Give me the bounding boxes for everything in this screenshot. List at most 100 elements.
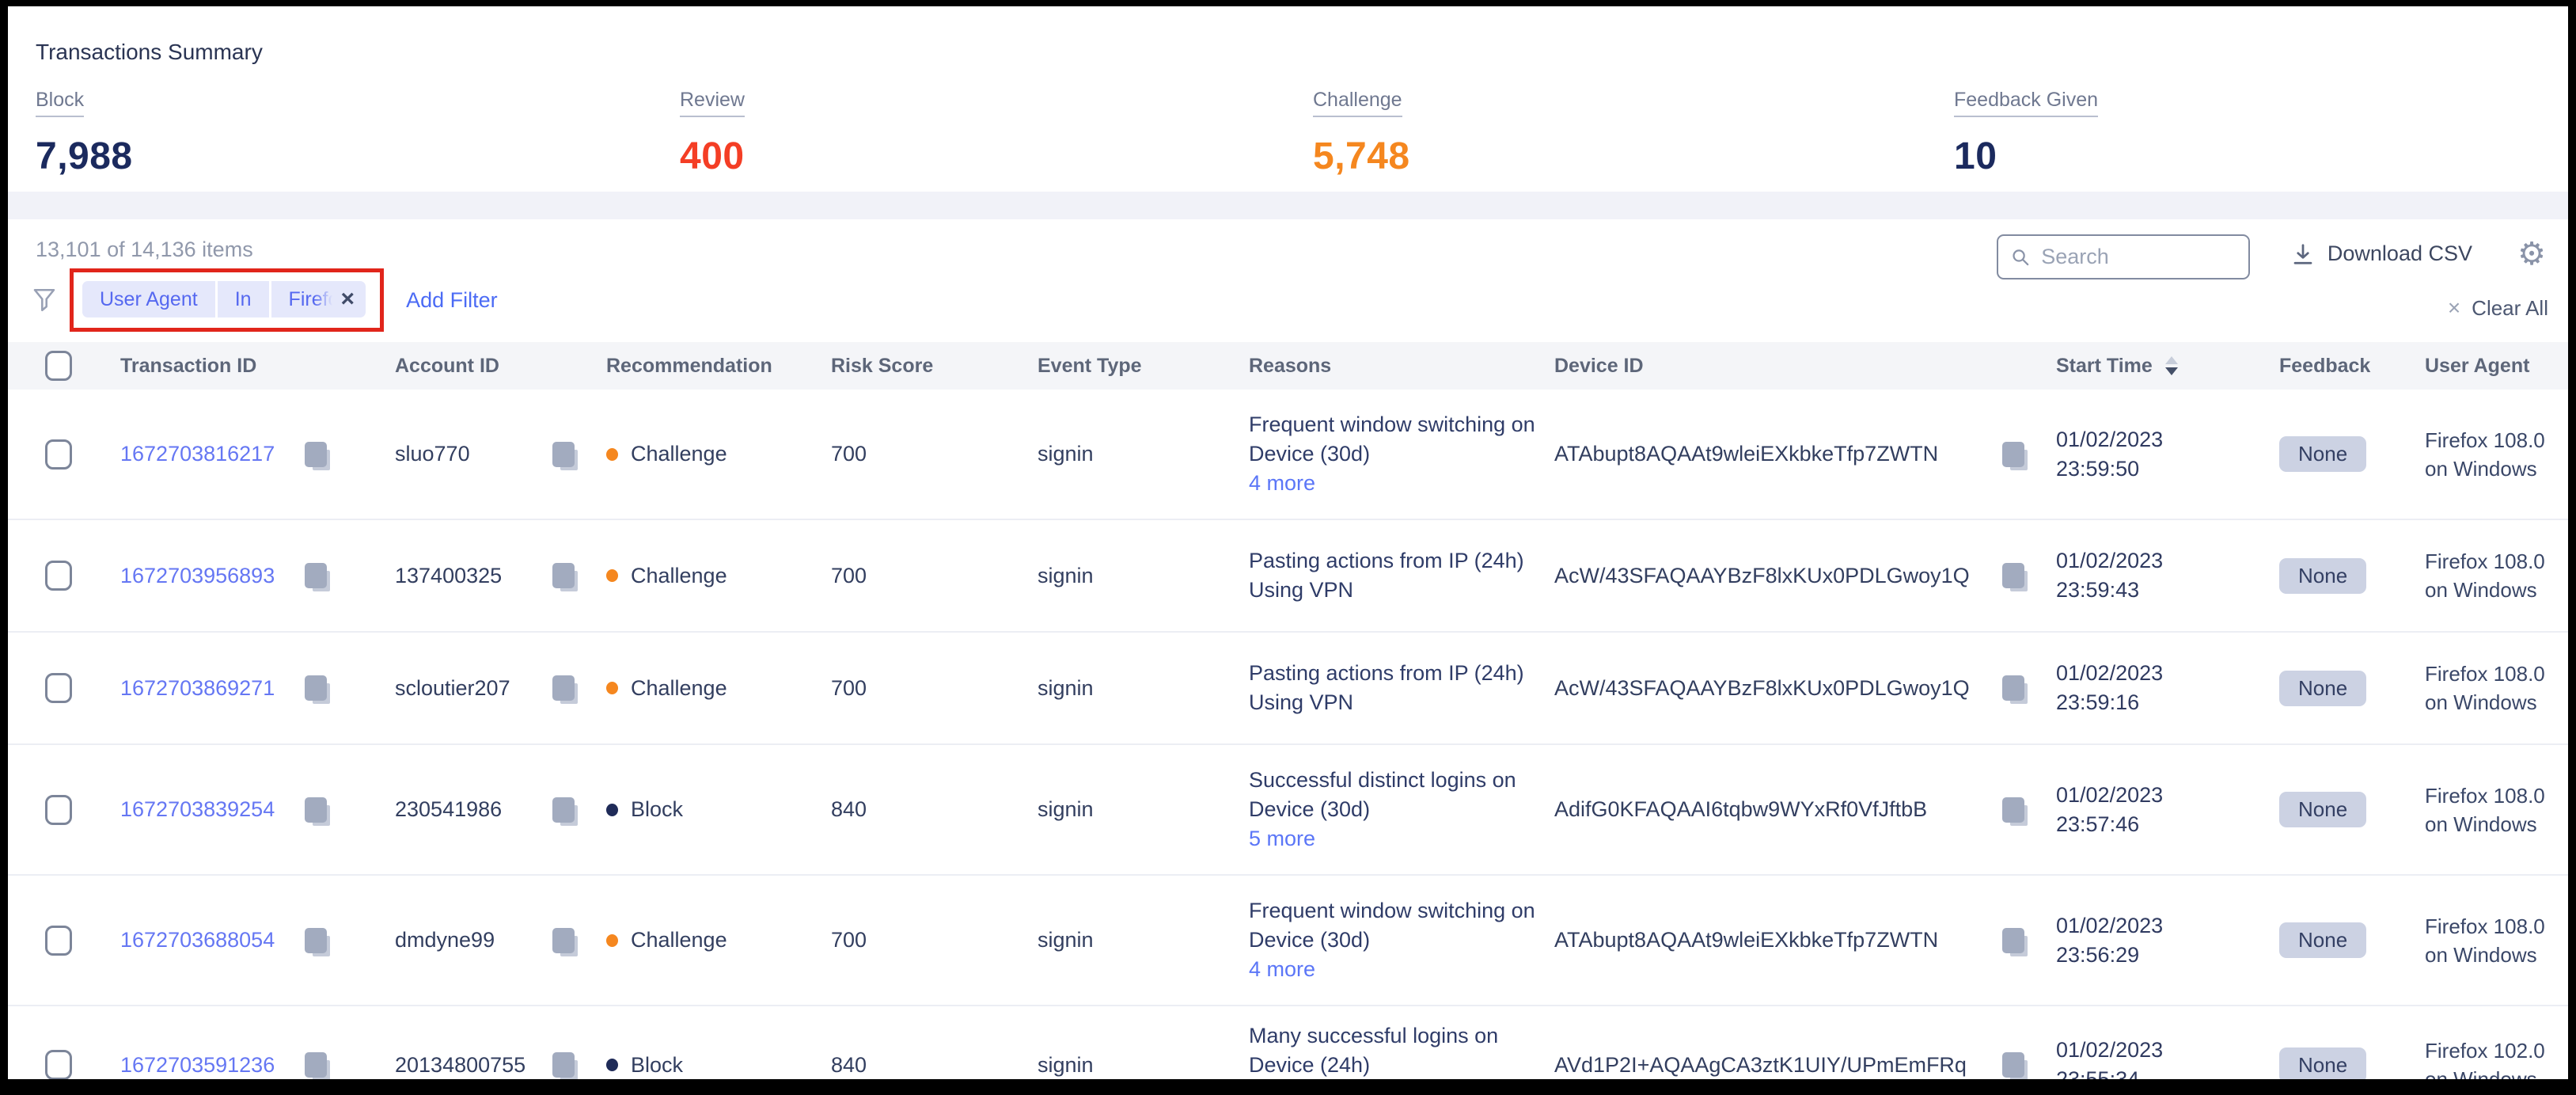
start-date: 01/02/2023 bbox=[2056, 425, 2279, 454]
stat-feedback-given-label[interactable]: Feedback Given bbox=[1954, 89, 2098, 117]
copy-icon[interactable] bbox=[305, 1052, 327, 1078]
copy-icon[interactable] bbox=[552, 928, 575, 953]
event-type: signin bbox=[1038, 797, 1249, 822]
reason-text: Frequent window switching on Device (30d… bbox=[1249, 896, 1540, 955]
copy-icon[interactable] bbox=[2002, 563, 2024, 588]
filter-chip-close-icon[interactable]: × bbox=[341, 287, 355, 311]
transaction-id-link[interactable]: 1672703591236 bbox=[120, 1053, 275, 1078]
transaction-id-link[interactable]: 1672703688054 bbox=[120, 928, 275, 952]
reason-text-secondary: Using VPN bbox=[1249, 688, 1540, 717]
start-date: 01/02/2023 bbox=[2056, 546, 2279, 576]
user-agent: Firefox 108.0 on Windows bbox=[2425, 426, 2568, 483]
copy-icon[interactable] bbox=[2002, 675, 2024, 701]
row-checkbox[interactable] bbox=[45, 673, 72, 703]
copy-icon[interactable] bbox=[552, 1052, 575, 1078]
reason-text: Frequent window switching on Device (30d… bbox=[1249, 410, 1540, 469]
stat-review-value: 400 bbox=[680, 135, 1313, 178]
copy-icon[interactable] bbox=[305, 675, 327, 701]
col-event-type[interactable]: Event Type bbox=[1038, 355, 1249, 378]
col-device-id[interactable]: Device ID bbox=[1554, 355, 2056, 378]
account-id: 20134800755 bbox=[395, 1053, 525, 1078]
copy-icon[interactable] bbox=[305, 797, 327, 823]
account-id: sluo770 bbox=[395, 442, 470, 466]
more-reasons-link[interactable]: 5 more bbox=[1249, 824, 1315, 854]
row-checkbox[interactable] bbox=[45, 795, 72, 825]
account-id: scloutier207 bbox=[395, 676, 510, 701]
risk-score: 840 bbox=[831, 797, 1038, 822]
clear-all-button[interactable]: × Clear All bbox=[2448, 295, 2548, 321]
more-reasons-link[interactable]: 4 more bbox=[1249, 955, 1315, 984]
more-reasons-link[interactable]: 4 more bbox=[1249, 469, 1315, 498]
transaction-id-link[interactable]: 1672703956893 bbox=[120, 564, 275, 588]
filter-chip-operator[interactable]: In bbox=[218, 281, 269, 317]
col-user-agent[interactable]: User Agent bbox=[2425, 355, 2568, 378]
feedback-badge: None bbox=[2279, 1047, 2366, 1080]
col-account-id[interactable]: Account ID bbox=[395, 355, 606, 378]
table-row: 1672703591236 20134800755 Block 840 sign… bbox=[8, 1006, 2568, 1079]
row-checkbox[interactable] bbox=[45, 439, 72, 470]
stat-block-value: 7,988 bbox=[36, 135, 680, 178]
copy-icon[interactable] bbox=[305, 928, 327, 953]
col-risk-score[interactable]: Risk Score bbox=[831, 355, 1038, 378]
feedback-badge: None bbox=[2279, 792, 2366, 827]
copy-icon[interactable] bbox=[2002, 797, 2024, 823]
copy-icon[interactable] bbox=[2002, 928, 2024, 953]
reason-text: Many successful logins on Device (24h) bbox=[1249, 1021, 1540, 1080]
stat-block: Block 7,988 bbox=[36, 89, 680, 178]
add-filter-button[interactable]: Add Filter bbox=[406, 288, 498, 313]
stat-challenge-label[interactable]: Challenge bbox=[1313, 89, 1402, 117]
recommendation-dot bbox=[606, 682, 618, 694]
copy-icon[interactable] bbox=[552, 442, 575, 467]
account-id: dmdyne99 bbox=[395, 928, 495, 952]
event-type: signin bbox=[1038, 564, 1249, 588]
gear-icon[interactable]: ⚙ bbox=[2517, 238, 2546, 270]
copy-icon[interactable] bbox=[305, 563, 327, 588]
table-row: 1672703839254 230541986 Block 840 signin… bbox=[8, 745, 2568, 876]
risk-score: 700 bbox=[831, 442, 1038, 466]
list-toolbar: 13,101 of 14,136 items Download CSV ⚙ × … bbox=[8, 219, 2568, 342]
user-agent: Firefox 108.0 on Windows bbox=[2425, 547, 2568, 604]
download-csv-button[interactable]: Download CSV bbox=[2291, 241, 2472, 266]
search-box bbox=[1997, 234, 2250, 279]
feedback-badge: None bbox=[2279, 922, 2366, 958]
stat-challenge-value: 5,748 bbox=[1313, 135, 1954, 178]
search-icon bbox=[2011, 246, 2030, 268]
risk-score: 700 bbox=[831, 564, 1038, 588]
stat-review: Review 400 bbox=[680, 89, 1313, 178]
row-checkbox[interactable] bbox=[45, 926, 72, 956]
transaction-id-link[interactable]: 1672703869271 bbox=[120, 676, 275, 701]
copy-icon[interactable] bbox=[552, 797, 575, 823]
col-recommendation[interactable]: Recommendation bbox=[606, 355, 831, 378]
sort-icon[interactable] bbox=[2165, 356, 2178, 375]
filter-chip[interactable]: User Agent In Firefox × bbox=[82, 281, 366, 317]
col-start-time[interactable]: Start Time bbox=[2056, 355, 2279, 378]
transaction-id-link[interactable]: 1672703816217 bbox=[120, 442, 275, 466]
copy-icon[interactable] bbox=[552, 675, 575, 701]
recommendation-dot bbox=[606, 569, 618, 582]
transaction-id-link[interactable]: 1672703839254 bbox=[120, 797, 275, 822]
filter-chip-value[interactable]: Firefox × bbox=[271, 281, 366, 317]
device-id: ATAbupt8AQAAt9wleiEXkbkeTfp7ZWTN bbox=[1554, 928, 1938, 952]
col-feedback[interactable]: Feedback bbox=[2279, 355, 2425, 378]
copy-icon[interactable] bbox=[2002, 442, 2024, 467]
col-reasons[interactable]: Reasons bbox=[1249, 355, 1554, 378]
copy-icon[interactable] bbox=[305, 442, 327, 467]
stat-review-label[interactable]: Review bbox=[680, 89, 745, 117]
funnel-icon[interactable] bbox=[30, 284, 59, 316]
start-date: 01/02/2023 bbox=[2056, 781, 2279, 810]
copy-icon[interactable] bbox=[2002, 1052, 2024, 1078]
row-checkbox[interactable] bbox=[45, 561, 72, 591]
recommendation-label: Block bbox=[631, 797, 683, 822]
select-all-checkbox[interactable] bbox=[45, 351, 72, 381]
table-header: Transaction ID Account ID Recommendation… bbox=[8, 342, 2568, 390]
filter-chip-field[interactable]: User Agent bbox=[82, 281, 215, 317]
event-type: signin bbox=[1038, 1053, 1249, 1078]
table-row: 1672703956893 137400325 Challenge 700 si… bbox=[8, 520, 2568, 633]
start-time: 23:59:50 bbox=[2056, 454, 2279, 484]
table-row: 1672703688054 dmdyne99 Challenge 700 sig… bbox=[8, 876, 2568, 1006]
row-checkbox[interactable] bbox=[45, 1050, 72, 1079]
copy-icon[interactable] bbox=[552, 563, 575, 588]
search-input[interactable] bbox=[2041, 245, 2236, 269]
stat-block-label[interactable]: Block bbox=[36, 89, 84, 117]
col-transaction-id[interactable]: Transaction ID bbox=[120, 355, 395, 378]
